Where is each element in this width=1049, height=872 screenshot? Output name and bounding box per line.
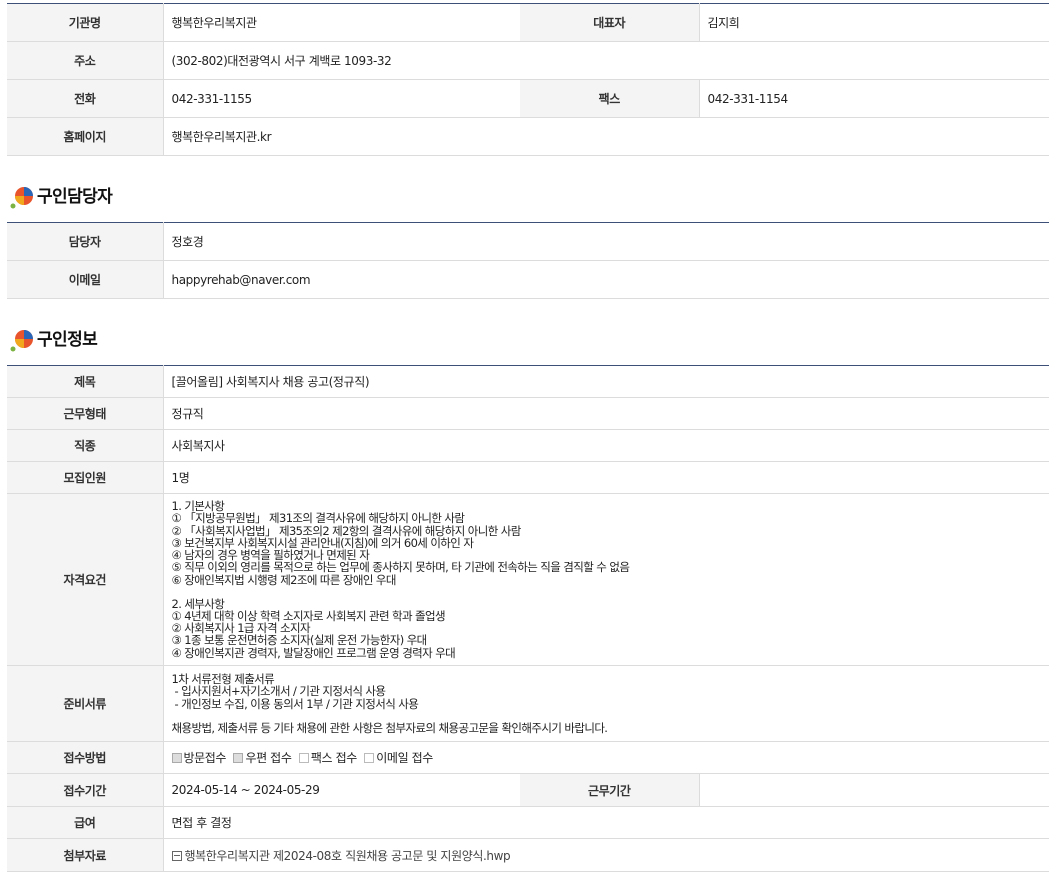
method-email: 이메일 접수 xyxy=(364,751,433,765)
headcount-label: 모집인원 xyxy=(7,461,164,494)
qual-line: ① 「지방공무원법」 제31조의 결격사유에 해당하지 아니한 사람 xyxy=(171,511,465,526)
salary-value: 면접 후 결정 xyxy=(163,806,1049,839)
period-label: 접수기간 xyxy=(7,773,164,807)
category-label: 직종 xyxy=(7,429,164,462)
method-value: 방문접수 우편 접수 팩스 접수 이메일 접수 xyxy=(163,741,1049,774)
checkbox-checked-icon xyxy=(171,753,182,763)
type-value: 정규직 xyxy=(163,397,1049,430)
attach-value: 행복한우리복지관 제2024-08호 직원채용 공고문 및 지원양식.hwp xyxy=(163,838,1049,872)
job-section-header: 구인정보 xyxy=(7,299,1049,365)
method-visit: 방문접수 xyxy=(171,751,226,765)
checkbox-checked-icon xyxy=(233,753,244,763)
address-value: (302-802)대전광역시 서구 계백로 1093-32 xyxy=(163,41,1049,80)
checkbox-unchecked-icon xyxy=(298,753,309,763)
contact-table: 담당자 정호경 이메일 happyrehab@naver.com xyxy=(7,222,1049,299)
org-info-table: 기관명 행복한우리복지관 대표자 김지희 주소 (302-802)대전광역시 서… xyxy=(7,3,1049,156)
subject-label: 제목 xyxy=(7,365,164,398)
attach-label: 첨부자료 xyxy=(7,838,164,872)
homepage-label: 홈페이지 xyxy=(7,117,164,156)
job-section-title: 구인정보 xyxy=(37,330,98,350)
manager-label: 담당자 xyxy=(7,222,164,261)
subject-value: [끌어올림] 사회복지사 채용 공고(정규직) xyxy=(163,365,1049,398)
category-value: 사회복지사 xyxy=(163,429,1049,462)
rep-label: 대표자 xyxy=(520,3,700,42)
fax-value: 042-331-1154 xyxy=(699,79,1049,118)
org-name-value: 행복한우리복지관 xyxy=(163,3,520,42)
phone-label: 전화 xyxy=(7,79,164,118)
qual-line: ⑥ 장애인복지법 시행령 제2조에 따른 장애인 우대 xyxy=(171,572,397,587)
method-label: 접수방법 xyxy=(7,741,164,774)
qual-line: ③ 1종 보통 운전면허증 소지자(실제 운전 가능한자) 우대 xyxy=(171,633,428,648)
headcount-value: 1명 xyxy=(163,461,1049,494)
checkbox-unchecked-icon xyxy=(364,753,375,763)
org-name-label: 기관명 xyxy=(7,3,164,42)
docs-line: - 개인정보 수집, 이용 동의서 1부 / 기관 지정서식 사용 xyxy=(171,696,419,711)
qual-line: ④ 장애인복지관 경력자, 발달장애인 프로그램 운영 경력자 우대 xyxy=(171,645,456,660)
phone-value: 042-331-1155 xyxy=(163,79,520,118)
docs-value: 1차 서류전형 제출서류 - 입사지원서+자기소개서 / 기관 지정서식 사용 … xyxy=(163,665,1049,742)
email-value[interactable]: happyrehab@naver.com xyxy=(163,260,1049,299)
attach-file-link[interactable]: 행복한우리복지관 제2024-08호 직원채용 공고문 및 지원양식.hwp xyxy=(185,849,511,863)
work-period-value xyxy=(699,773,1049,807)
method-mail: 우편 접수 xyxy=(233,751,292,765)
fax-label: 팩스 xyxy=(520,79,700,118)
salary-label: 급여 xyxy=(7,806,164,839)
docs-line: 채용방법, 제출서류 등 기타 채용에 관한 사항은 첨부자료의 채용공고문을 … xyxy=(171,720,608,735)
email-label: 이메일 xyxy=(7,260,164,299)
job-table: 제목 [끌어올림] 사회복지사 채용 공고(정규직) 근무형태 정규직 직종 사… xyxy=(7,365,1049,872)
contact-section-header: 구인담당자 xyxy=(7,156,1049,222)
work-period-label: 근무기간 xyxy=(520,773,700,807)
qual-line: ⑤ 직무 이외의 영리를 목적으로 하는 업무에 종사하지 못하며, 타 기관에… xyxy=(171,560,630,575)
rep-value: 김지희 xyxy=(699,3,1049,42)
section-logo-icon xyxy=(10,330,33,352)
docs-line: - 입사지원서+자기소개서 / 기관 지정서식 사용 xyxy=(171,684,386,699)
method-fax: 팩스 접수 xyxy=(298,751,357,765)
section-logo-icon xyxy=(10,187,33,209)
period-value: 2024-05-14 ~ 2024-05-29 xyxy=(163,773,520,807)
qual-value: 1. 기본사항 ① 「지방공무원법」 제31조의 결격사유에 해당하지 아니한 … xyxy=(163,493,1049,666)
qual-spacer xyxy=(172,586,1042,598)
file-icon xyxy=(171,850,182,861)
address-label: 주소 xyxy=(7,41,164,80)
homepage-value[interactable]: 행복한우리복지관.kr xyxy=(163,117,1049,156)
qual-label: 자격요건 xyxy=(7,493,164,666)
manager-value: 정호경 xyxy=(163,222,1049,261)
docs-label: 준비서류 xyxy=(7,665,164,742)
contact-section-title: 구인담당자 xyxy=(37,187,113,207)
type-label: 근무형태 xyxy=(7,397,164,430)
